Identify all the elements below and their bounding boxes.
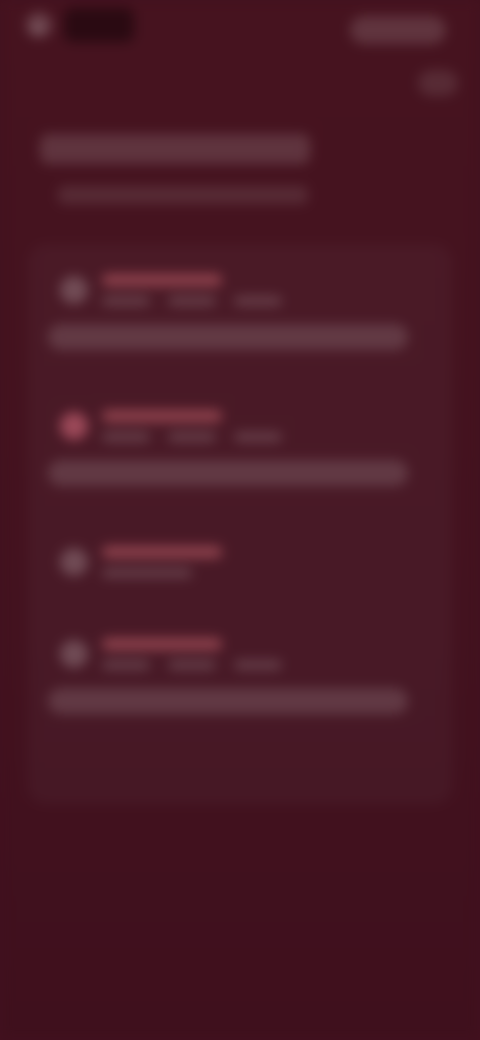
- back-area: ←: [26, 8, 134, 42]
- meta-chip: [102, 568, 192, 578]
- page-title: [40, 134, 310, 164]
- list-card[interactable]: [48, 264, 432, 360]
- card-icon: [60, 640, 88, 668]
- card-header: [48, 546, 432, 578]
- app-title: [64, 8, 134, 42]
- meta-chip: [168, 296, 216, 306]
- card-text: [102, 274, 282, 306]
- card-meta: [102, 432, 282, 442]
- card-icon: [60, 412, 88, 440]
- card-header: [48, 274, 432, 306]
- card-icon: [60, 276, 88, 304]
- card-header: [48, 410, 432, 442]
- list-card[interactable]: [48, 628, 432, 724]
- page-subtitle: [58, 186, 308, 204]
- card-label: [102, 410, 222, 422]
- card-meta: [102, 660, 282, 670]
- card-action-bar[interactable]: [48, 688, 408, 714]
- card-label: [102, 274, 222, 286]
- card-label: [102, 546, 222, 558]
- card-label: [102, 638, 222, 650]
- card-meta: [102, 296, 282, 306]
- blurred-screen: ←: [0, 0, 480, 1040]
- card-text: [102, 638, 282, 670]
- card-action-bar[interactable]: [48, 324, 408, 350]
- card-text: [102, 410, 282, 442]
- meta-chip: [234, 432, 282, 442]
- meta-chip: [102, 296, 150, 306]
- list-card[interactable]: [48, 400, 432, 496]
- card-list: [28, 244, 452, 804]
- card-action-bar[interactable]: [48, 460, 408, 486]
- meta-chip: [102, 660, 150, 670]
- card-icon: [60, 548, 88, 576]
- meta-chip: [234, 660, 282, 670]
- main-content: [28, 110, 452, 804]
- meta-chip: [102, 432, 150, 442]
- card-text: [102, 546, 222, 578]
- top-bar: ←: [0, 0, 480, 110]
- meta-chip: [168, 432, 216, 442]
- card-header: [48, 638, 432, 670]
- secondary-action-button[interactable]: [418, 70, 458, 96]
- list-card[interactable]: [48, 536, 432, 588]
- meta-chip: [234, 296, 282, 306]
- meta-chip: [168, 660, 216, 670]
- back-icon[interactable]: ←: [26, 12, 52, 38]
- primary-action-button[interactable]: [350, 16, 446, 44]
- card-meta: [102, 568, 222, 578]
